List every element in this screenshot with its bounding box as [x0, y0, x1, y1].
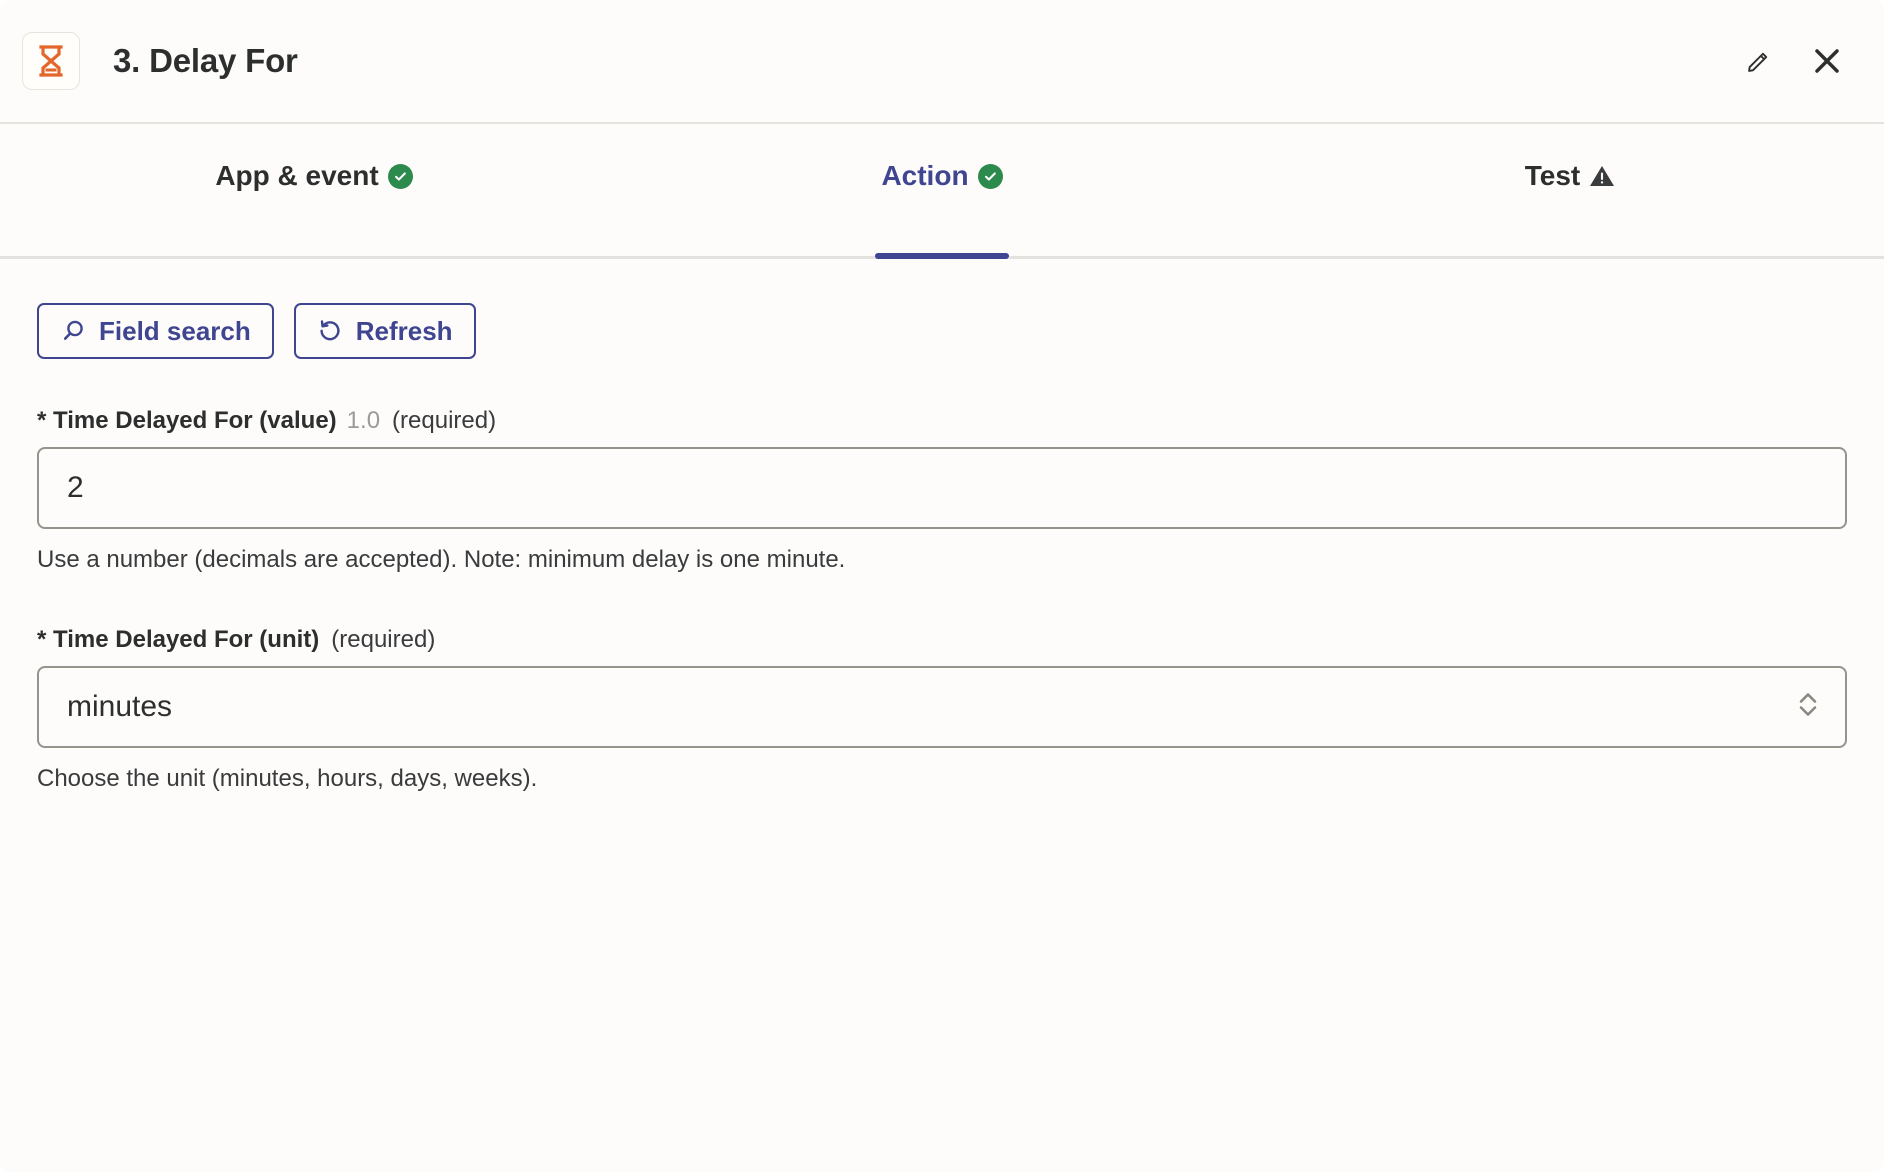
field-time-delayed-unit: * Time Delayed For (unit) (required) min…: [37, 626, 1847, 793]
delay-for-action-panel: 3. Delay For App & event Action Test Fie…: [0, 0, 1884, 1172]
field-time-delayed-value: * Time Delayed For (value) 1.0 (required…: [37, 407, 1847, 574]
search-icon: [60, 318, 86, 344]
field-required-text: (required): [392, 407, 497, 434]
field-label-text: * Time Delayed For (unit): [37, 626, 320, 653]
tab-bar: App & event Action Test: [0, 124, 1884, 259]
time-delayed-value-input[interactable]: [37, 447, 1847, 529]
select-selected-value: minutes: [67, 690, 173, 723]
tab-app-and-event[interactable]: App & event: [0, 124, 628, 256]
tab-test[interactable]: Test: [1256, 124, 1884, 256]
close-icon[interactable]: [1810, 44, 1844, 78]
tab-active-indicator: [875, 253, 1009, 259]
field-search-label: Field search: [99, 315, 251, 346]
hourglass-icon: [22, 32, 80, 90]
warning-triangle-icon: [1589, 164, 1615, 188]
time-delayed-unit-select[interactable]: minutes: [37, 666, 1847, 748]
tab-label: Test: [1524, 160, 1581, 191]
tab-action[interactable]: Action: [628, 124, 1256, 259]
check-circle-icon: [387, 163, 413, 189]
field-default-hint: 1.0: [346, 407, 381, 434]
check-circle-icon: [977, 163, 1003, 189]
tab-label: App & event: [215, 160, 379, 191]
time-delayed-unit-select-wrapper: minutes: [37, 666, 1847, 748]
field-label-text: * Time Delayed For (value): [37, 407, 337, 434]
field-help-text: Choose the unit (minutes, hours, days, w…: [37, 765, 538, 792]
refresh-button[interactable]: Refresh: [293, 303, 476, 359]
pencil-icon[interactable]: [1742, 44, 1776, 78]
panel-body: Field search Refresh * Time Delayed For …: [0, 259, 1884, 793]
field-label: * Time Delayed For (value) 1.0 (required…: [37, 407, 1847, 435]
field-required-text: (required): [331, 626, 436, 653]
field-toolbar: Field search Refresh: [37, 303, 1847, 359]
field-help-text: Use a number (decimals are accepted). No…: [37, 546, 846, 573]
panel-header: 3. Delay For: [0, 0, 1884, 124]
field-search-button[interactable]: Field search: [37, 303, 274, 359]
field-label: * Time Delayed For (unit) (required): [37, 626, 1847, 654]
tab-label: Action: [881, 160, 969, 191]
page-title: 3. Delay For: [113, 42, 298, 79]
refresh-icon: [317, 318, 343, 344]
header-actions: [1742, 44, 1844, 78]
refresh-label: Refresh: [355, 315, 453, 346]
